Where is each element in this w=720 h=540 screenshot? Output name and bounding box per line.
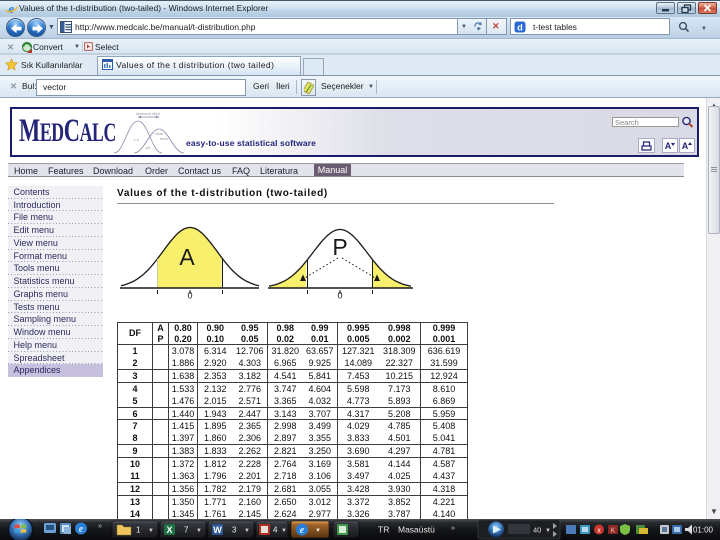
svg-text:1: 1 <box>136 526 141 535</box>
svg-text:01:00: 01:00 <box>693 526 714 535</box>
svg-text:A: A <box>179 244 195 270</box>
svg-text:▼: ▼ <box>315 528 321 534</box>
svg-text:e: e <box>79 524 84 535</box>
svg-text:e: e <box>300 525 305 536</box>
svg-text:K: K <box>611 528 616 535</box>
svg-text:x: x <box>597 528 601 535</box>
svg-text:▼: ▼ <box>148 528 154 534</box>
svg-text:4: 4 <box>273 526 278 535</box>
svg-text:▼: ▼ <box>244 528 250 534</box>
svg-text:P: P <box>332 234 347 260</box>
svg-text:▼: ▼ <box>281 528 287 534</box>
svg-text:40: 40 <box>533 526 541 535</box>
svg-text:»: » <box>451 525 455 532</box>
svg-text:▼: ▼ <box>196 528 202 534</box>
svg-text:TR: TR <box>378 525 389 535</box>
svg-text:3: 3 <box>232 526 237 535</box>
svg-text:W: W <box>213 525 222 535</box>
svg-text:0: 0 <box>187 291 192 301</box>
svg-text:▼: ▼ <box>545 528 551 534</box>
svg-text:»: » <box>98 523 102 530</box>
svg-text:Masaüstü: Masaüstü <box>398 525 435 535</box>
svg-text:X: X <box>166 525 172 535</box>
svg-text:0: 0 <box>337 291 342 301</box>
svg-text:7: 7 <box>184 526 189 535</box>
